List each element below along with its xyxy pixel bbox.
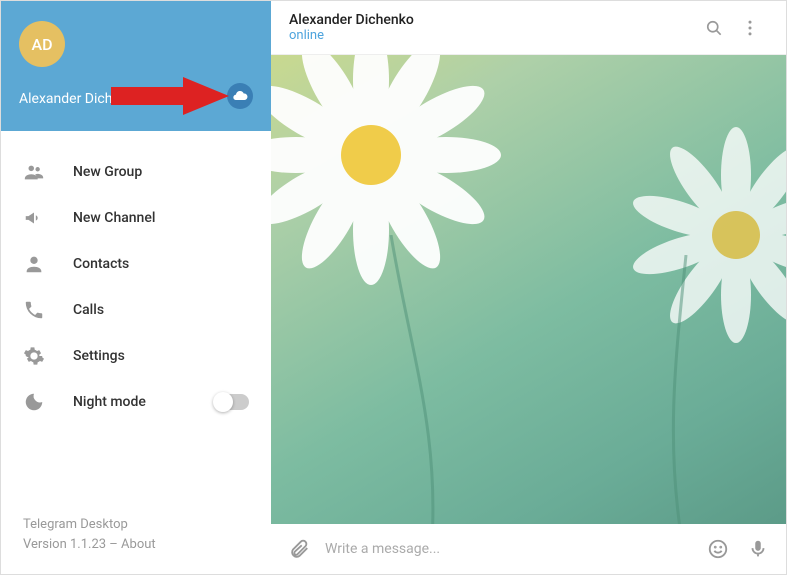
gear-icon [23, 345, 45, 367]
sidebar-header: AD Alexander Dichenko [1, 1, 271, 131]
main-panel: Alexander Dichenko online [271, 1, 786, 574]
voice-message-button[interactable] [744, 535, 772, 563]
chat-title: Alexander Dichenko [289, 12, 696, 28]
chat-body[interactable] [271, 55, 786, 524]
night-mode-toggle[interactable] [215, 394, 249, 410]
search-icon [704, 18, 724, 38]
chat-header: Alexander Dichenko online [271, 1, 786, 55]
sidebar-username: Alexander Dichenko [19, 91, 253, 107]
sidebar-footer: Telegram Desktop Version 1.1.23 – About [1, 501, 271, 574]
more-vertical-icon [740, 18, 760, 38]
avatar[interactable]: AD [19, 21, 65, 67]
megaphone-icon [23, 207, 45, 229]
menu-label: Night mode [73, 394, 146, 410]
chat-background [271, 55, 786, 524]
menu-item-contacts[interactable]: Contacts [1, 241, 271, 287]
menu-label: New Channel [73, 210, 155, 226]
version-about-link[interactable]: Version 1.1.23 – About [23, 535, 249, 555]
chat-title-block[interactable]: Alexander Dichenko online [289, 12, 696, 43]
search-button[interactable] [696, 10, 732, 46]
microphone-icon [747, 538, 769, 560]
person-icon [23, 253, 45, 275]
stem-decoration-icon [626, 255, 746, 524]
sidebar-menu: New Group New Channel Contacts Calls Set… [1, 131, 271, 501]
menu-item-new-channel[interactable]: New Channel [1, 195, 271, 241]
menu-item-night-mode[interactable]: Night mode [1, 379, 271, 425]
paperclip-icon [288, 538, 310, 560]
message-input[interactable] [325, 541, 692, 557]
smile-icon [707, 538, 729, 560]
saved-messages-cloud-button[interactable] [227, 83, 253, 109]
message-composer [271, 524, 786, 574]
sidebar: AD Alexander Dichenko New Group New Chan… [1, 1, 271, 574]
cloud-icon [232, 88, 248, 104]
menu-label: Contacts [73, 256, 129, 272]
menu-item-settings[interactable]: Settings [1, 333, 271, 379]
menu-label: Settings [73, 348, 125, 364]
app-name-label: Telegram Desktop [23, 515, 249, 535]
emoji-button[interactable] [704, 535, 732, 563]
avatar-initials: AD [31, 35, 52, 54]
more-options-button[interactable] [732, 10, 768, 46]
menu-label: Calls [73, 302, 104, 318]
menu-label: New Group [73, 164, 142, 180]
chat-status: online [289, 28, 696, 43]
menu-item-calls[interactable]: Calls [1, 287, 271, 333]
stem-decoration-icon [381, 235, 581, 524]
menu-item-new-group[interactable]: New Group [1, 149, 271, 195]
attach-button[interactable] [285, 535, 313, 563]
phone-icon [23, 299, 45, 321]
group-icon [23, 161, 45, 183]
moon-icon [23, 391, 45, 413]
